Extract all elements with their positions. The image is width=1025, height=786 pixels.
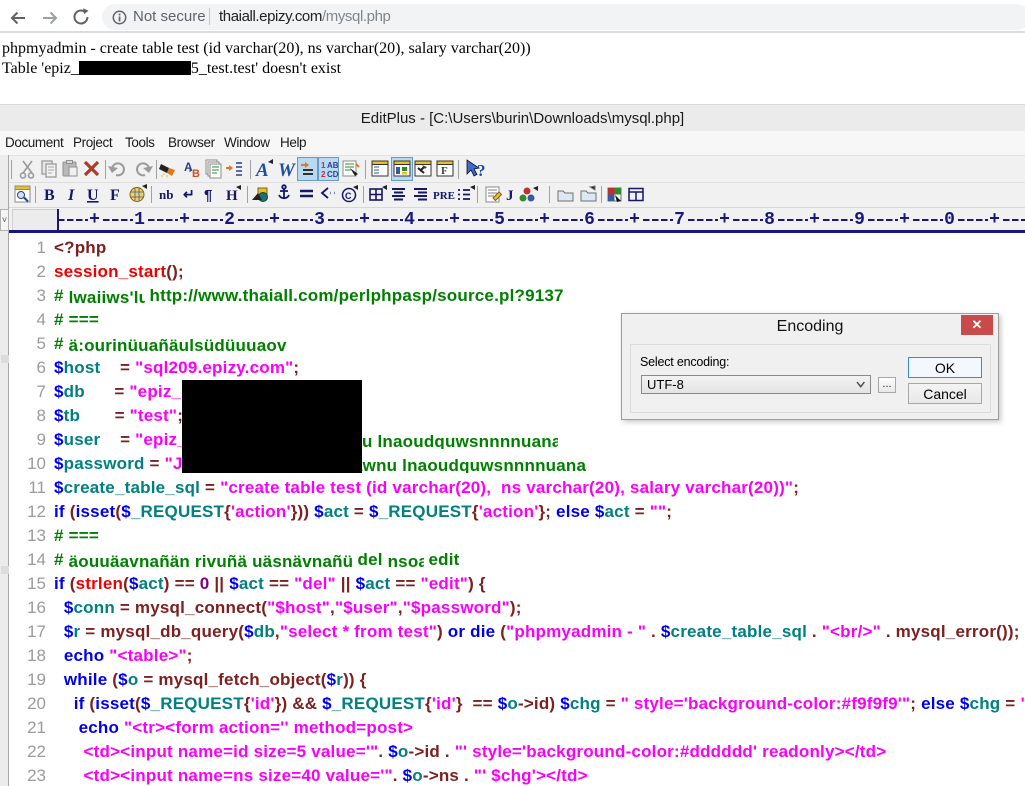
svg-text:↵: ↵ bbox=[183, 186, 195, 202]
svg-text:AB: AB bbox=[327, 161, 339, 170]
svg-text:F: F bbox=[110, 187, 120, 204]
svg-text:F: F bbox=[441, 165, 448, 177]
svg-text:U: U bbox=[87, 187, 99, 204]
svg-text:A: A bbox=[255, 160, 269, 181]
svg-text:2: 2 bbox=[321, 170, 326, 179]
svg-text:H: H bbox=[226, 188, 238, 204]
svg-text:B: B bbox=[192, 168, 200, 180]
svg-text:B: B bbox=[44, 187, 55, 204]
svg-text:PRE: PRE bbox=[433, 190, 455, 202]
svg-text:J: J bbox=[506, 188, 514, 204]
svg-text:¶: ¶ bbox=[204, 187, 212, 204]
svg-text:W: W bbox=[278, 160, 296, 181]
svg-text:nb: nb bbox=[159, 187, 173, 202]
svg-text:?: ? bbox=[477, 161, 486, 180]
svg-text:C: C bbox=[345, 191, 352, 201]
svg-text:1: 1 bbox=[321, 161, 326, 170]
svg-text:CD: CD bbox=[327, 170, 339, 179]
svg-text:I: I bbox=[67, 187, 75, 204]
